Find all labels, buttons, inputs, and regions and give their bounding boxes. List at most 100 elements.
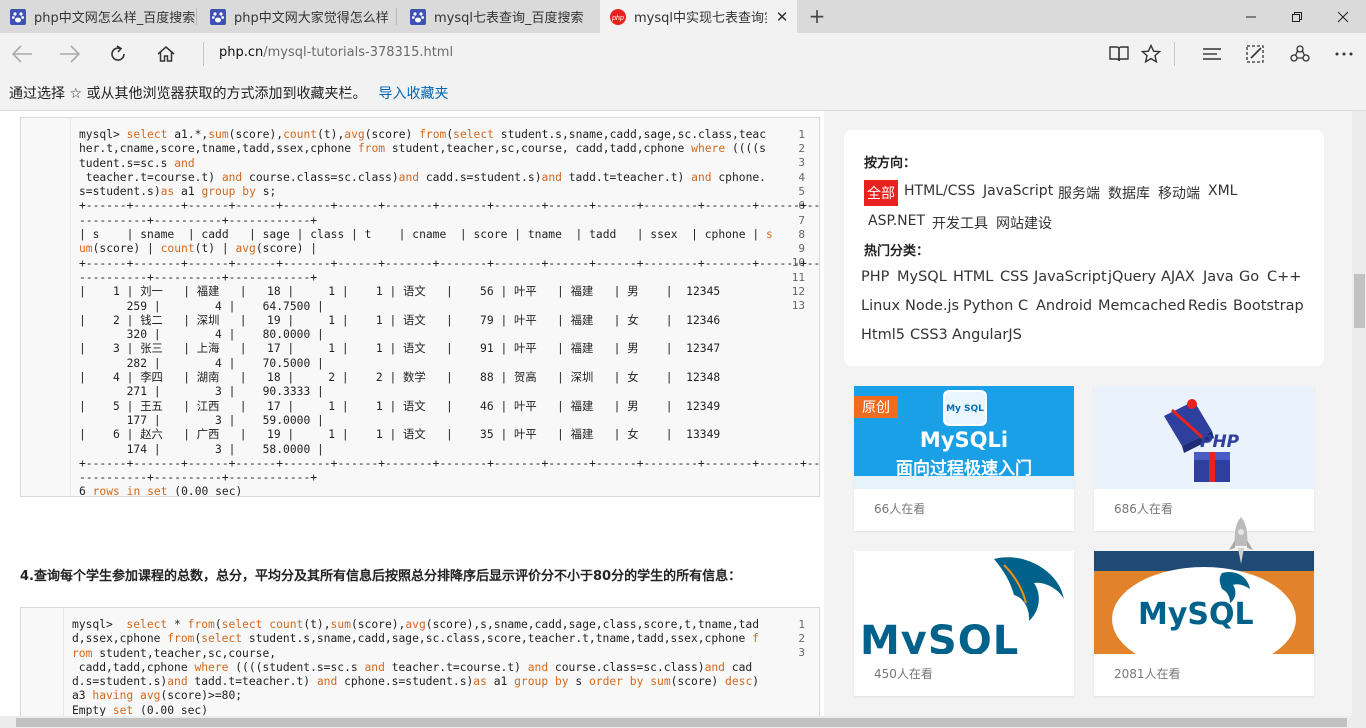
course-views: 2081人在看 [1114,667,1181,681]
hot-tag[interactable]: Linux [861,298,900,314]
line-number: 3 [798,646,805,659]
result-count: 6 [79,485,86,497]
hot-tag[interactable]: CSS3 [910,327,948,343]
line-number: 1 [798,618,805,631]
mysql-logo-text: MySQL [1138,597,1254,632]
result-in-word: in [126,485,141,497]
tab-title: php中文网大家觉得怎么样 [234,11,389,26]
favorites-hint-bar: 通过选择 ☆ 或从其他浏览器获取的方式添加到收藏夹栏。 导入收藏夹 [0,75,1366,111]
filter-web-building[interactable]: 网站建设 [996,213,1052,233]
result-set-word: set [147,485,168,497]
address-path: /mysql-tutorials-378315.html [263,45,454,60]
back-icon[interactable] [6,38,38,70]
close-window-icon[interactable] [1320,0,1366,33]
mysql-wordmark: MySQL [860,618,1020,654]
hot-tag[interactable]: C++ [1267,269,1301,285]
filter-xml[interactable]: XML [1208,183,1237,199]
vertical-scroll-thumb[interactable] [1354,274,1365,328]
horizontal-scroll-thumb[interactable] [16,718,1347,727]
course-card[interactable]: 原创 My SQL MySQLi 面向过程极速入门 66人在看 [854,386,1074,531]
hot-tag[interactable]: AngularJS [952,327,1022,343]
share-icon[interactable] [1284,38,1316,70]
rocket-back-to-top-icon[interactable] [1228,516,1254,568]
course-card[interactable]: MySQL 450人在看 [854,551,1074,696]
more-icon[interactable] [1328,38,1360,70]
hot-tag[interactable]: HTML [953,269,993,285]
hot-tag[interactable]: Memcached [1098,298,1186,314]
hot-tag[interactable]: Html5 [861,327,905,343]
direction-label: 按方向： [864,156,917,171]
refresh-icon[interactable] [102,38,134,70]
minimize-icon[interactable] [1228,0,1274,33]
code-block-query-2: 1 2 3 mysql> select * from(select count(… [20,607,820,716]
hot-tag[interactable]: Java [1203,269,1234,285]
new-tab-icon[interactable]: + [806,4,828,28]
address-host: php.cn [219,45,264,60]
import-favorites-link[interactable]: 导入收藏夹 [378,83,448,103]
course-card[interactable]: PHP 686人在看 [1094,386,1314,531]
tab-4-active[interactable]: php mysql中实现七表查询实 ✕ [600,0,797,33]
hot-tag[interactable]: Android [1036,298,1092,314]
mysql-logo-text: MySQL [860,613,1019,654]
course-card[interactable]: MySQL 2081人在看 [1094,551,1314,696]
baidu-paw-icon [210,8,226,25]
filter-all[interactable]: 全部 [864,180,898,206]
filter-mobile[interactable]: 移动端 [1158,183,1200,203]
reading-view-icon[interactable] [1103,38,1135,70]
navigation-bar: php.cn/mysql-tutorials-378315.html [0,33,1366,75]
filter-server[interactable]: 服务端 [1058,183,1100,203]
filter-aspnet[interactable]: ASP.NET [868,213,925,229]
hot-tag[interactable]: CSS [1000,269,1029,285]
hot-tag[interactable]: C [1018,298,1028,314]
tab-3[interactable]: mysql七表查询_百度搜索 [400,0,597,33]
hot-tag[interactable]: JavaScript [1034,269,1107,285]
section-heading: 4.查询每个学生参加课程的总数，总分，平均分及其所有信息后按照总分排降序后显示评… [20,569,742,584]
category-filter-card: 按方向： 全部 HTML/CSS JavaScript 服务端 数据库 移动端 … [844,130,1324,366]
hot-tag[interactable]: PHP [861,269,889,285]
code-gutter [21,118,71,496]
hub-icon[interactable] [1196,38,1228,70]
baidu-paw-icon [410,8,426,25]
address-bar[interactable]: php.cn/mysql-tutorials-378315.html [219,43,453,63]
vertical-scrollbar[interactable] [1352,111,1366,716]
close-tab-icon[interactable]: ✕ [767,8,797,26]
tab-1[interactable]: php中文网怎么样_百度搜索 [0,0,197,33]
forward-icon[interactable] [54,38,86,70]
course-title: MySQLi [919,428,1009,452]
web-note-icon[interactable] [1239,38,1271,70]
hot-tag[interactable]: Python [963,298,1013,314]
course-views: 66人在看 [874,502,926,516]
favorite-star-icon[interactable] [1135,38,1167,70]
hot-tag[interactable]: MySQL [897,269,947,285]
page-content: 1 2 3 4 5 6 7 8 9 10 11 12 13 mysql> sel… [0,111,1352,716]
svg-text:php: php [611,15,624,22]
hot-tag[interactable]: Redis [1188,298,1227,314]
home-icon[interactable] [150,38,182,70]
result-time: (0.00 sec) [174,485,243,497]
original-badge: 原创 [854,396,898,418]
php-logo-text: PHP [1200,432,1240,452]
course-thumbnail: 原创 My SQL MySQLi 面向过程极速入门 [854,386,1074,489]
tab-title: php中文网怎么样_百度搜索 [34,11,196,26]
hot-tag[interactable]: Bootstrap [1233,298,1304,314]
filter-html-css[interactable]: HTML/CSS [904,183,975,199]
filter-database[interactable]: 数据库 [1108,183,1150,203]
course-thumbnail: MySQL [1094,551,1314,654]
baidu-paw-icon [10,8,26,25]
favorites-hint-text: 通过选择 ☆ 或从其他浏览器获取的方式添加到收藏夹栏。 [9,85,367,102]
code-text: mysql> select a1.*,sum(score),count(t),a… [79,128,820,497]
tab-strip: php中文网怎么样_百度搜索 php中文网大家觉得怎么样 mysql七表查询_百… [0,0,1366,33]
tab-2[interactable]: php中文网大家觉得怎么样 [200,0,397,33]
hot-tag[interactable]: jQuery [1108,269,1156,285]
mysql-logo-icon: My SQL [943,390,987,426]
restore-icon[interactable] [1274,0,1320,33]
tab-title: mysql七表查询_百度搜索 [434,11,584,26]
filter-dev-tools[interactable]: 开发工具 [932,213,988,233]
tab-title: mysql中实现七表查询实 [634,11,767,26]
hot-tag[interactable]: Go [1239,269,1259,285]
hot-tag[interactable]: Node.js [905,298,959,314]
hot-tag[interactable]: AJAX [1161,269,1195,285]
filter-javascript[interactable]: JavaScript [983,183,1053,199]
code-gutter [21,608,64,716]
php-cn-icon: php [610,8,626,25]
